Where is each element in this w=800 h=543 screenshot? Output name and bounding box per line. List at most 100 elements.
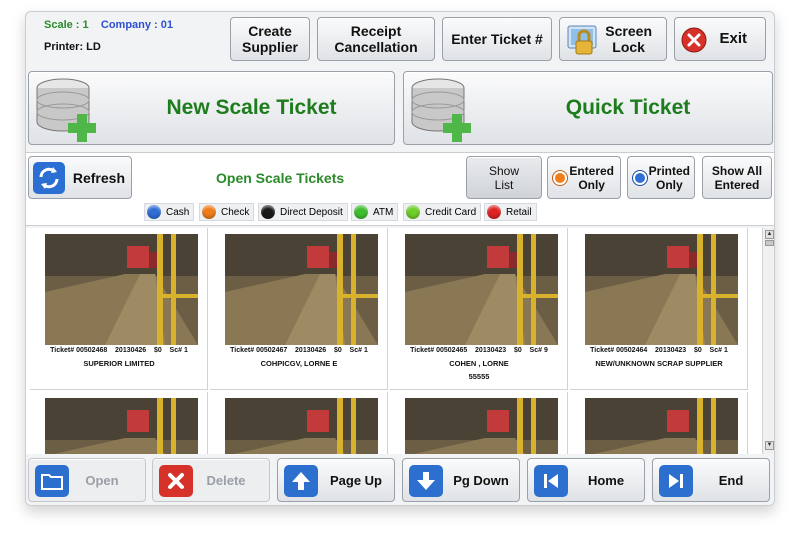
legend-credit-card: Credit Card: [403, 203, 482, 221]
legend-atm: ATM: [351, 203, 399, 221]
printer-label: Printer: LD: [44, 41, 101, 53]
ticket-photo: [405, 234, 558, 345]
open-button[interactable]: Open: [28, 458, 146, 502]
printed-only-label-2: Only: [655, 177, 683, 192]
page-down-label: Pg Down: [453, 472, 509, 488]
exit-button[interactable]: Exit: [674, 17, 766, 61]
scroll-thumb[interactable]: [765, 240, 774, 246]
receipt-cancellation-label-2: Cancellation: [334, 39, 418, 55]
ticket-card[interactable]: Ticket# 00502465 20130423 $0 Sc# 9 COHEN…: [390, 228, 568, 390]
arrow-down-icon: [409, 465, 443, 497]
lock-icon: [567, 25, 597, 55]
scale-company-line: Scale : 1 Company : 01: [44, 19, 173, 31]
bottom-nav: Open Delete Page Up Pg Down Home End: [26, 454, 774, 505]
legend-check-label: Check: [221, 206, 250, 218]
ticket-number: Ticket# 00502464: [590, 347, 648, 354]
ticket-info: Ticket# 00502465 20130423 $0 Sc# 9: [390, 347, 568, 354]
ticket-date: 20130423: [475, 347, 507, 354]
printed-only-button[interactable]: Printed Only: [627, 156, 695, 199]
show-all-entered-label-1: Show All: [711, 163, 763, 178]
cash-dot-icon: [147, 205, 161, 219]
ticket-card[interactable]: [390, 392, 568, 454]
ticket-scale: Sc# 1: [349, 347, 368, 354]
ticket-grid: Ticket# 00502468 20130426 $0 Sc# 1 SUPER…: [26, 228, 762, 454]
scale-label: Scale : 1: [44, 19, 89, 31]
ticket-date: 20130426: [295, 347, 327, 354]
scroll-up-arrow-icon[interactable]: ▲: [765, 230, 774, 239]
end-button[interactable]: End: [652, 458, 770, 502]
refresh-icon: [33, 162, 65, 194]
retail-dot-icon: [487, 205, 501, 219]
legend-atm-label: ATM: [373, 206, 394, 218]
show-list-label-2: List: [494, 177, 514, 192]
entered-status-icon: [553, 171, 567, 185]
ticket-supplier-name: COHEN , LORNE: [449, 359, 509, 368]
legend-retail-label: Retail: [506, 206, 532, 218]
scroll-down-arrow-icon[interactable]: ▼: [765, 441, 774, 450]
ticket-card[interactable]: [210, 392, 388, 454]
ticket-card[interactable]: Ticket# 00502468 20130426 $0 Sc# 1 SUPER…: [30, 228, 208, 390]
show-list-label-1: Show: [488, 163, 520, 178]
ticket-card[interactable]: [570, 392, 748, 454]
entered-only-label-2: Only: [578, 177, 605, 192]
open-label: Open: [85, 472, 119, 488]
ticket-date: 20130426: [115, 347, 147, 354]
refresh-button[interactable]: Refresh: [28, 156, 132, 199]
show-all-entered-label-2: Entered: [714, 177, 760, 192]
quick-ticket-label: Quick Ticket: [565, 96, 691, 119]
direct-deposit-dot-icon: [261, 205, 275, 219]
ticket-number: Ticket# 00502467: [230, 347, 288, 354]
ticket-grid-scrollbar[interactable]: ▲ ▼: [762, 228, 774, 454]
delete-button[interactable]: Delete: [152, 458, 270, 502]
new-scale-ticket-button[interactable]: New Scale Ticket: [28, 71, 395, 145]
refresh-label: Refresh: [72, 169, 125, 186]
create-supplier-button[interactable]: Create Supplier: [230, 17, 310, 61]
tickets-toolbar: Refresh Open Scale Tickets Show List Ent…: [26, 152, 774, 226]
company-label: Company : 01: [100, 19, 174, 31]
show-list-button[interactable]: Show List: [466, 156, 542, 199]
arrow-up-icon: [284, 465, 318, 497]
receipt-cancellation-button[interactable]: Receipt Cancellation: [317, 17, 435, 61]
ticket-photo: [585, 398, 738, 454]
ticket-supplier-name: SUPERIOR LIMITED: [83, 359, 155, 368]
legend-cash: Cash: [144, 203, 195, 221]
ticket-scale: Sc# 1: [169, 347, 188, 354]
ticket-card[interactable]: Ticket# 00502467 20130426 $0 Sc# 1 COHPI…: [210, 228, 388, 390]
legend-cash-label: Cash: [166, 206, 190, 218]
legend-credit-card-label: Credit Card: [425, 206, 477, 218]
page-up-button[interactable]: Page Up: [277, 458, 395, 502]
entered-only-button[interactable]: Entered Only: [547, 156, 621, 199]
ticket-photo: [225, 234, 378, 345]
screen-lock-button[interactable]: Screen Lock: [559, 17, 667, 61]
ticket-info: Ticket# 00502464 20130423 $0 Sc# 1: [570, 347, 748, 354]
page-down-button[interactable]: Pg Down: [402, 458, 520, 502]
skip-end-icon: [659, 465, 693, 497]
ticket-info: Ticket# 00502467 20130426 $0 Sc# 1: [210, 347, 388, 354]
enter-ticket-label: Enter Ticket #: [451, 31, 543, 47]
ticket-card[interactable]: Ticket# 00502464 20130423 $0 Sc# 1 NEW/U…: [570, 228, 748, 390]
folder-icon: [35, 465, 69, 497]
ticket-photo: [45, 398, 198, 454]
section-title: Open Scale Tickets: [216, 170, 345, 186]
delete-label: Delete: [206, 472, 246, 488]
delete-x-icon: [159, 465, 193, 497]
entered-only-label-1: Entered: [569, 163, 614, 178]
ticket-number: Ticket# 00502468: [50, 347, 108, 354]
legend-direct-deposit: Direct Deposit: [258, 203, 348, 221]
exit-label: Exit: [719, 30, 747, 47]
home-label: Home: [587, 472, 625, 488]
show-all-entered-button[interactable]: Show All Entered: [702, 156, 772, 199]
ticket-date: 20130423: [655, 347, 687, 354]
ticket-scale: Sc# 1: [709, 347, 728, 354]
database-add-icon: [411, 78, 471, 142]
skip-start-icon: [534, 465, 568, 497]
quick-ticket-button[interactable]: Quick Ticket: [403, 71, 773, 145]
home-button[interactable]: Home: [527, 458, 645, 502]
enter-ticket-button[interactable]: Enter Ticket #: [442, 17, 552, 61]
ticket-card[interactable]: [30, 392, 208, 454]
receipt-cancellation-label-1: Receipt: [350, 23, 402, 39]
legend-check: Check: [199, 203, 255, 221]
ticket-extra: 55555: [468, 372, 490, 381]
legend-retail: Retail: [484, 203, 537, 221]
end-label: End: [718, 472, 744, 488]
